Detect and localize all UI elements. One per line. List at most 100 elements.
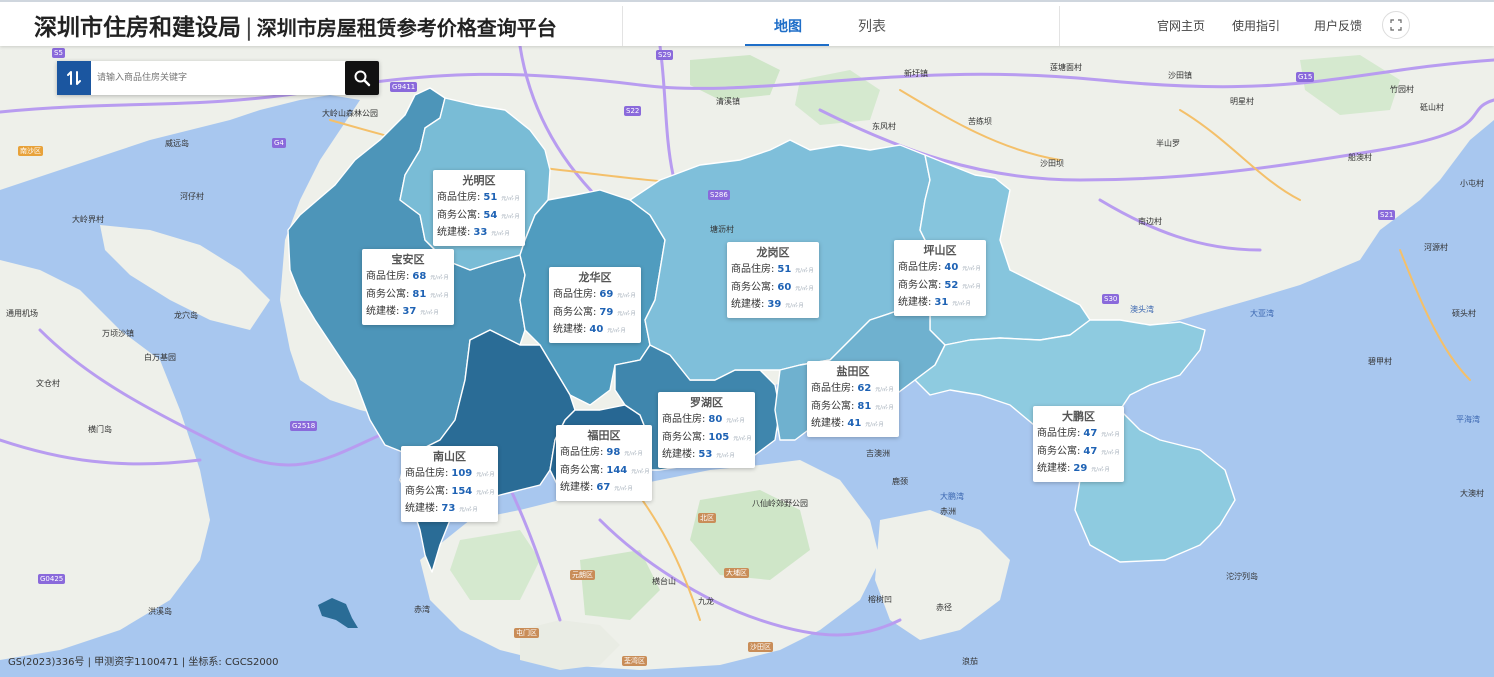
road-shield: G2518 [290, 421, 318, 431]
price-row-housing: 商品住房: 98 元/㎡·月 [560, 447, 643, 458]
price-row-collective: 统建楼: 41 元/㎡·月 [811, 418, 884, 429]
place-shield: 元朗区 [570, 570, 595, 580]
place-label: 清溪镇 [716, 97, 740, 106]
place-label: 东风村 [872, 122, 896, 131]
district-name: 龙华区 [578, 271, 612, 284]
place-label: 新圩镇 [904, 69, 928, 78]
district-card-pingshan[interactable]: 坪山区 商品住房: 40 元/㎡·月 商务公寓: 52 元/㎡·月 统建楼: 31 元/㎡·… [894, 240, 986, 316]
map-copyright: GS(2023)336号 | 甲测资字1100471 | 坐标系: CGCS20… [8, 657, 279, 668]
road-shield: S286 [708, 190, 730, 200]
district-card-futian[interactable]: 福田区 商品住房: 98 元/㎡·月 商务公寓: 144 元/㎡·月 统建楼: 67 元/㎡… [556, 425, 652, 501]
place-label: 吉澳洲 [866, 449, 890, 458]
place-label: 文仓村 [36, 379, 60, 388]
title-separator: | [245, 15, 253, 41]
place-label: 榕树凹 [868, 595, 892, 604]
road-shield: S30 [1102, 294, 1120, 304]
fullscreen-button[interactable] [1382, 11, 1410, 39]
district-card-longhua[interactable]: 龙华区 商品住房: 69 元/㎡·月 商务公寓: 79 元/㎡·月 统建楼: 40 元/㎡·… [549, 267, 641, 343]
district-name: 南山区 [433, 450, 466, 463]
place-label: 河仔村 [180, 192, 204, 201]
price-row-apartment: 商务公寓: 81 元/㎡·月 [366, 288, 449, 300]
place-label: 塘沥村 [710, 225, 734, 234]
search-button[interactable] [345, 61, 379, 95]
place-label: 小屯村 [1460, 179, 1484, 188]
header-divider [622, 6, 623, 46]
place-shield: 沙田区 [748, 642, 773, 652]
map-view[interactable]: 新圩镇 清溪镇 东风村 苦练坝 沙田镇 明星村 半山罗 竹园村 砥山村 威远岛 … [0, 46, 1494, 677]
place-label: 河源村 [1424, 243, 1448, 252]
price-row-apartment: 商务公寓: 47 元/㎡·月 [1037, 445, 1120, 457]
district-card-baoan[interactable]: 宝安区 商品住房: 68 元/㎡·月 商务公寓: 81 元/㎡·月 统建楼: 37 元/㎡·… [362, 249, 454, 325]
price-row-housing: 商品住房: 47 元/㎡·月 [1037, 428, 1120, 439]
nav-home-link[interactable]: 官网主页 [1157, 17, 1205, 34]
tab-map[interactable]: 地图 [774, 16, 802, 36]
header-divider [1059, 6, 1060, 46]
price-row-apartment: 商务公寓: 54 元/㎡·月 [437, 209, 520, 221]
title-sub: 深圳市房屋租赁参考价格查询平台 [256, 16, 557, 40]
price-row-housing: 商品住房: 51 元/㎡·月 [731, 264, 814, 275]
search-icon [354, 70, 371, 87]
district-name: 坪山区 [923, 244, 957, 257]
price-row-apartment: 商务公寓: 79 元/㎡·月 [553, 306, 636, 318]
district-name: 大鹏区 [1062, 410, 1095, 423]
price-row-collective: 统建楼: 33 元/㎡·月 [437, 227, 510, 238]
search-input[interactable] [93, 61, 343, 95]
place-label: 横门岛 [88, 425, 112, 434]
map-canvas[interactable] [0, 46, 1494, 677]
road-shield: S5 [52, 48, 65, 58]
land-area-sai-kung [875, 510, 1010, 640]
place-shield: 北区 [698, 513, 716, 523]
place-label: 苦练坝 [968, 117, 992, 126]
district-name: 福田区 [587, 429, 621, 442]
district-card-guangming[interactable]: 光明区 商品住房: 51 元/㎡·月 商务公寓: 54 元/㎡·月 统建楼: 33 元/㎡·… [433, 170, 525, 246]
road-shield: G0425 [38, 574, 66, 584]
place-label: 威远岛 [165, 139, 189, 148]
price-row-housing: 商品住房: 69 元/㎡·月 [553, 289, 636, 300]
top-header: 深圳市住房和建设局 | 深圳市房屋租赁参考价格查询平台 地图 列表 官网主页 使用指… [0, 0, 1494, 46]
road-shield: S22 [624, 106, 642, 116]
road-shield: G4 [272, 138, 286, 148]
place-label: 明星村 [1230, 97, 1254, 106]
place-label: 沱泞列岛 [1226, 572, 1258, 581]
district-name: 光明区 [462, 174, 496, 187]
price-row-apartment: 商务公寓: 105 元/㎡·月 [662, 431, 752, 443]
price-row-collective: 统建楼: 39 元/㎡·月 [731, 299, 804, 310]
district-card-nanshan[interactable]: 南山区 商品住房: 109 元/㎡·月 商务公寓: 154 元/㎡·月 统建楼: 73 元/… [401, 446, 498, 522]
district-card-yantian[interactable]: 盐田区 商品住房: 62 元/㎡·月 商务公寓: 81 元/㎡·月 统建楼: 41 元/㎡·… [807, 361, 899, 437]
road-shield: G9411 [390, 82, 418, 92]
tab-list[interactable]: 列表 [858, 16, 886, 36]
search-bar [57, 61, 379, 95]
place-shield: 屯门区 [514, 628, 539, 638]
place-label: 沙田坝 [1040, 159, 1064, 168]
place-label: 洪溪岛 [148, 607, 172, 616]
price-row-collective: 统建楼: 40 元/㎡·月 [553, 324, 626, 335]
place-shield: 大埔区 [724, 568, 749, 578]
place-label: 硕头村 [1452, 309, 1476, 318]
price-row-apartment: 商务公寓: 81 元/㎡·月 [811, 400, 894, 412]
price-row-collective: 统建楼: 67 元/㎡·月 [560, 482, 633, 493]
district-card-longgang[interactable]: 龙岗区 商品住房: 51 元/㎡·月 商务公寓: 60 元/㎡·月 统建楼: 39 元/㎡·… [727, 242, 819, 318]
place-label: 通用机场 [6, 309, 38, 318]
logo-mark [67, 71, 81, 85]
place-label: 浪茄 [962, 657, 978, 666]
fullscreen-icon [1390, 19, 1402, 31]
nav-guide-link[interactable]: 使用指引 [1232, 17, 1280, 34]
price-row-housing: 商品住房: 51 元/㎡·月 [437, 192, 520, 203]
place-label: 莲塘面村 [1050, 63, 1082, 72]
road-shield: S21 [1378, 210, 1396, 220]
district-card-luohu[interactable]: 罗湖区 商品住房: 80 元/㎡·月 商务公寓: 105 元/㎡·月 统建楼: 53 元/㎡… [658, 392, 755, 468]
district-card-dapeng[interactable]: 大鹏区 商品住房: 47 元/㎡·月 商务公寓: 47 元/㎡·月 统建楼: 29 元/㎡·… [1033, 406, 1124, 482]
place-label: 万顷沙镇 [102, 329, 134, 338]
district-name: 龙岗区 [756, 246, 790, 259]
price-row-collective: 统建楼: 53 元/㎡·月 [662, 449, 735, 460]
price-row-housing: 商品住房: 80 元/㎡·月 [662, 414, 745, 425]
price-row-collective: 统建楼: 29 元/㎡·月 [1037, 463, 1110, 474]
place-label: 澳头湾 [1130, 305, 1154, 314]
price-row-collective: 统建楼: 37 元/㎡·月 [366, 306, 439, 317]
nav-feedback-link[interactable]: 用户反馈 [1314, 17, 1362, 34]
price-row-apartment: 商务公寓: 52 元/㎡·月 [898, 279, 981, 291]
place-label: 白万基园 [144, 353, 176, 362]
place-shield: 南沙区 [18, 146, 43, 156]
place-label: 大亚湾 [1250, 309, 1274, 318]
district-name: 盐田区 [836, 365, 870, 378]
